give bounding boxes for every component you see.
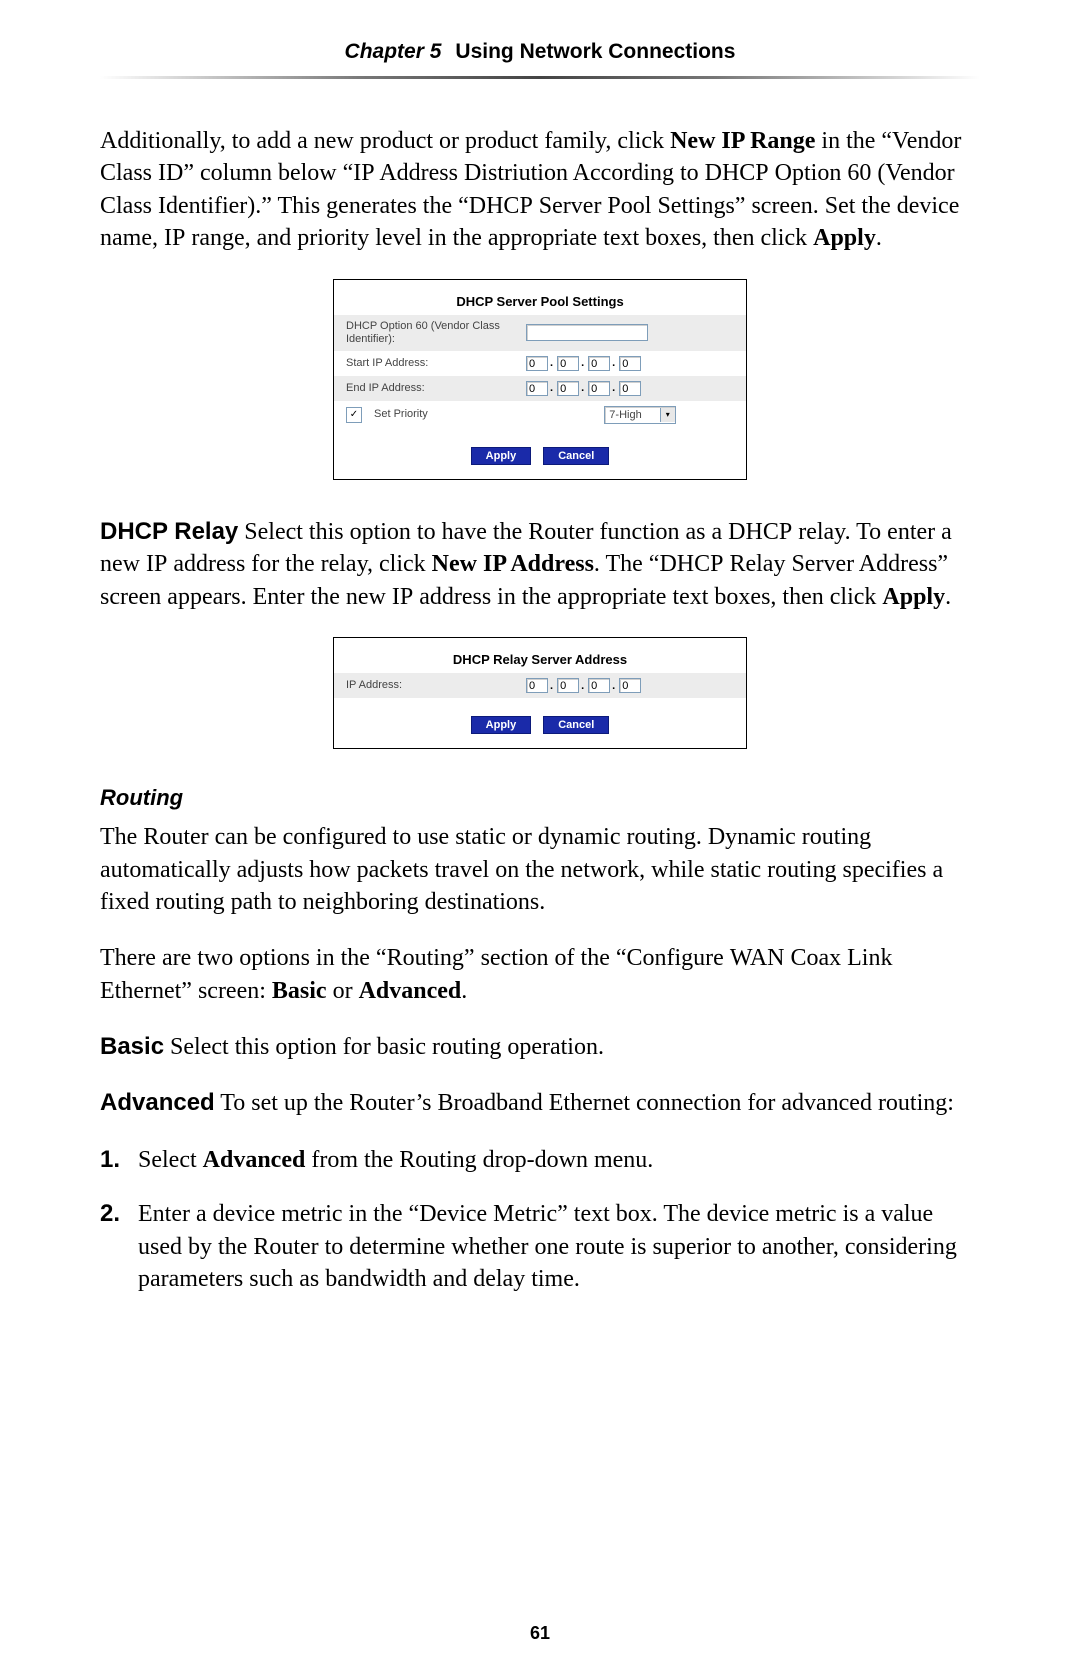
figure-dhcp-server-pool: DHCP Server Pool Settings DHCP Option 60… [333, 279, 747, 480]
start-ip-oct-4[interactable]: 0 [619, 356, 641, 371]
end-ip-oct-4[interactable]: 0 [619, 381, 641, 396]
figure-title: DHCP Server Pool Settings [334, 280, 746, 315]
step-2: 2. Enter a device metric in the “Device … [100, 1198, 980, 1295]
relay-ip-oct-2[interactable]: 0 [557, 678, 579, 693]
paragraph-intro: Additionally, to add a new product or pr… [100, 125, 980, 255]
label-start-ip: Start IP Address: [346, 357, 526, 370]
label-end-ip: End IP Address: [346, 382, 526, 395]
paragraph-routing-2: There are two options in the “Routing” s… [100, 942, 980, 1007]
end-ip-oct-3[interactable]: 0 [588, 381, 610, 396]
figure-title: DHCP Relay Server Address [334, 638, 746, 673]
paragraph-advanced: Advanced To set up the Router’s Broadban… [100, 1087, 980, 1119]
steps-list: 1. Select Advanced from the Routing drop… [100, 1144, 980, 1296]
checkbox-set-priority[interactable]: ✓ [346, 407, 362, 423]
row-ip-address: IP Address: 0. 0. 0. 0 [334, 673, 746, 698]
chapter-label: Chapter 5 [345, 40, 442, 63]
step-1: 1. Select Advanced from the Routing drop… [100, 1144, 980, 1176]
step-text: Select Advanced from the Routing drop-do… [138, 1144, 653, 1176]
step-number: 1. [100, 1144, 138, 1176]
cancel-button[interactable]: Cancel [543, 447, 609, 465]
chevron-down-icon: ▾ [660, 408, 675, 422]
step-text: Enter a device metric in the “Device Met… [138, 1198, 980, 1295]
runin-basic: Basic [100, 1033, 164, 1060]
header-rule [100, 76, 980, 79]
paragraph-routing-1: The Router can be configured to use stat… [100, 821, 980, 918]
figure-buttons: Apply Cancel [334, 429, 746, 479]
row-start-ip: Start IP Address: 0. 0. 0. 0 [334, 351, 746, 376]
label-vendor-class: DHCP Option 60 (Vendor Class Identifier)… [346, 320, 526, 346]
start-ip-oct-3[interactable]: 0 [588, 356, 610, 371]
cancel-button[interactable]: Cancel [543, 716, 609, 734]
chapter-title: Using Network Connections [455, 40, 735, 63]
page: Chapter 5 Using Network Connections Addit… [0, 0, 1080, 1668]
end-ip-oct-1[interactable]: 0 [526, 381, 548, 396]
paragraph-basic: Basic Select this option for basic routi… [100, 1031, 980, 1063]
start-ip-oct-1[interactable]: 0 [526, 356, 548, 371]
row-end-ip: End IP Address: 0. 0. 0. 0 [334, 376, 746, 401]
paragraph-dhcp-relay: DHCP Relay Select this option to have th… [100, 516, 980, 613]
page-number: 61 [0, 1623, 1080, 1644]
row-vendor-class: DHCP Option 60 (Vendor Class Identifier)… [334, 315, 746, 351]
apply-button[interactable]: Apply [471, 716, 532, 734]
start-ip-oct-2[interactable]: 0 [557, 356, 579, 371]
end-ip-oct-2[interactable]: 0 [557, 381, 579, 396]
select-priority[interactable]: 7-High ▾ [604, 406, 675, 424]
runin-advanced: Advanced [100, 1089, 215, 1116]
row-set-priority: ✓ Set Priority 7-High ▾ [334, 401, 746, 429]
relay-ip-oct-4[interactable]: 0 [619, 678, 641, 693]
runin-dhcp-relay: DHCP Relay [100, 518, 238, 545]
step-number: 2. [100, 1198, 138, 1295]
chapter-header: Chapter 5 Using Network Connections [100, 40, 980, 76]
relay-ip-oct-1[interactable]: 0 [526, 678, 548, 693]
figure-buttons: Apply Cancel [334, 698, 746, 748]
apply-button[interactable]: Apply [471, 447, 532, 465]
figure-dhcp-relay-address: DHCP Relay Server Address IP Address: 0.… [333, 637, 747, 749]
relay-ip-oct-3[interactable]: 0 [588, 678, 610, 693]
input-vendor-class[interactable] [526, 324, 648, 341]
label-ip-address: IP Address: [346, 679, 526, 692]
heading-routing: Routing [100, 785, 980, 811]
label-set-priority: Set Priority [374, 408, 428, 421]
